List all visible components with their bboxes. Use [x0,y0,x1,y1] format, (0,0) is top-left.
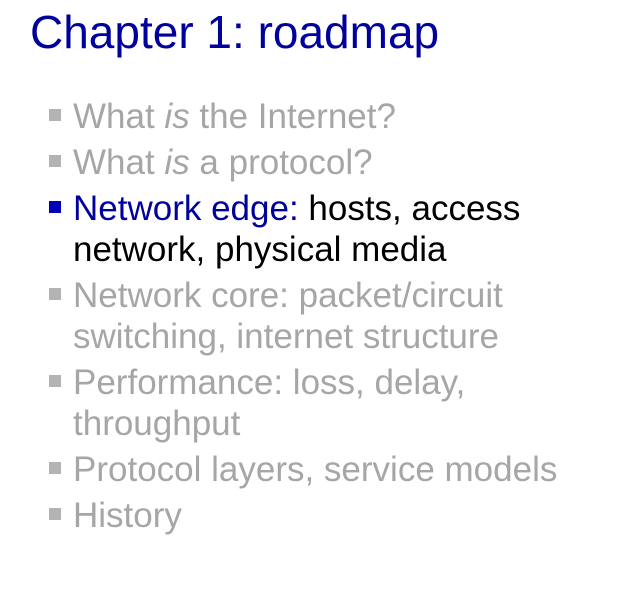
item-text-pre: What [73,97,165,136]
square-bullet-icon [49,288,61,300]
list-item-performance: Performance: loss, delay, throughput [0,362,628,444]
list-item-protocol-layers: Protocol layers, service models [0,449,628,490]
square-bullet-icon [49,109,61,121]
square-bullet-icon [49,508,61,520]
item-text-line1: Network core: packet/circuit [73,276,503,315]
item-text-line2: network, physical media [73,230,447,269]
item-text-line2: throughput [73,404,241,443]
slide-title: Chapter 1: roadmap [30,6,440,58]
list-item-history: History [0,495,628,536]
item-text-pre: What [73,143,165,182]
list-item-internet: What is the Internet? [0,96,628,137]
list-item-protocol: What is a protocol? [0,142,628,183]
list-item-network-core: Network core: packet/circuit switching, … [0,275,628,357]
roadmap-list: What is the Internet? What is a protocol… [0,96,628,541]
square-bullet-icon [49,462,61,474]
square-bullet-icon [49,155,61,167]
item-highlight-text: Network edge: [73,189,299,228]
item-text-line1: Performance: loss, delay, [73,363,466,402]
square-bullet-icon [49,201,61,213]
item-text-line2: switching, internet structure [73,317,500,356]
item-text-emphasis: is [164,143,190,182]
item-text-post: the Internet? [189,97,396,136]
square-bullet-icon [49,375,61,387]
item-text-emphasis: is [164,97,190,136]
list-item-network-edge: Network edge: hosts, access network, phy… [0,188,628,270]
item-text-post: a protocol? [189,143,373,182]
item-text-line1: Protocol layers, service models [73,450,558,489]
item-text-line1: hosts, access [298,189,521,228]
item-text-line1: History [73,496,182,535]
